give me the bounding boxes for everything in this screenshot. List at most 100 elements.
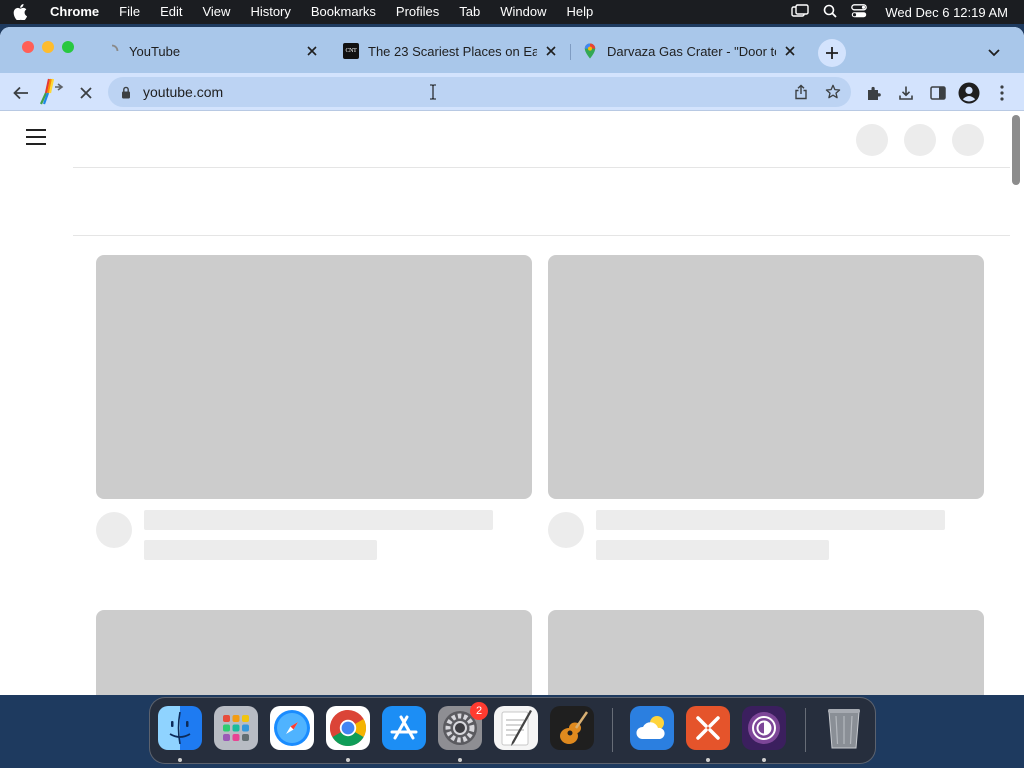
menu-app-chrome[interactable]: Chrome — [40, 0, 109, 24]
extensions-button[interactable] — [863, 82, 885, 104]
menu-profiles[interactable]: Profiles — [386, 0, 449, 24]
new-tab-button[interactable] — [818, 39, 846, 67]
tab-darvaza-gas-crater[interactable]: Darvaza Gas Crater - "Door to — [572, 35, 808, 67]
menu-file[interactable]: File — [109, 0, 150, 24]
menu-bar: Chrome File Edit View History Bookmarks … — [0, 0, 1024, 24]
chevron-down-icon — [988, 49, 1000, 57]
app-store-icon[interactable] — [382, 706, 426, 750]
downloads-button[interactable] — [895, 82, 917, 104]
chrome-icon[interactable] — [326, 706, 370, 750]
address-bar[interactable]: youtube.com — [108, 77, 851, 107]
chrome-window: YouTube CNT The 23 Scariest Places on Ea… — [0, 27, 1024, 695]
tab-separator — [570, 44, 571, 60]
close-tab-icon[interactable] — [782, 43, 798, 59]
dock-separator — [612, 708, 613, 752]
trash-icon[interactable] — [822, 706, 866, 750]
running-indicator — [762, 758, 766, 762]
remote-desktop-icon[interactable] — [686, 706, 730, 750]
menu-bookmarks[interactable]: Bookmarks — [301, 0, 386, 24]
rainbow-arrow-icon — [39, 78, 64, 105]
placeholder-topbar-button — [904, 124, 936, 156]
tab-cnt-scariest-places[interactable]: CNT The 23 Scariest Places on Ear — [333, 35, 569, 67]
system-settings-icon[interactable]: 2 — [438, 702, 488, 750]
video-thumbnail-placeholder — [548, 610, 984, 695]
launchpad-icon[interactable] — [214, 706, 258, 750]
menu-line — [26, 136, 46, 138]
side-panel-icon — [930, 86, 946, 100]
running-indicator — [458, 758, 462, 762]
control-center-icon[interactable] — [851, 3, 868, 21]
finder-icon[interactable] — [158, 706, 202, 750]
placeholder-topbar-button — [856, 124, 888, 156]
browser-toolbar: youtube.com — [0, 73, 1024, 111]
dock-separator — [805, 708, 806, 752]
menubar-clock[interactable]: Wed Dec 6 12:19 AM — [885, 5, 1008, 20]
window-controls — [22, 41, 74, 53]
video-thumbnail-placeholder — [96, 255, 532, 499]
video-meta-placeholder — [144, 540, 377, 560]
minimize-window-button[interactable] — [42, 41, 54, 53]
notification-badge: 2 — [470, 702, 488, 720]
dock: 2 — [149, 697, 876, 764]
plus-icon — [826, 47, 838, 59]
menu-line — [26, 143, 46, 145]
loading-spinner-icon — [104, 43, 120, 59]
channel-avatar-placeholder — [96, 512, 132, 548]
running-indicator — [178, 758, 182, 762]
chrome-menu-button[interactable] — [991, 82, 1013, 104]
tab-title: Darvaza Gas Crater - "Door to — [607, 43, 776, 59]
weather-icon[interactable] — [630, 706, 674, 750]
tor-browser-icon[interactable] — [742, 706, 786, 750]
cnt-favicon-icon: CNT — [343, 43, 359, 59]
zoom-window-button[interactable] — [62, 41, 74, 53]
tab-title: YouTube — [129, 43, 181, 59]
bookmark-star-icon[interactable] — [825, 84, 841, 105]
menu-help[interactable]: Help — [557, 0, 604, 24]
menu-tab[interactable]: Tab — [449, 0, 490, 24]
safari-icon[interactable] — [270, 706, 314, 750]
guide-menu-button[interactable] — [26, 129, 46, 145]
side-panel-button[interactable] — [927, 82, 949, 104]
textedit-icon[interactable] — [494, 706, 538, 750]
forward-button[interactable] — [38, 77, 64, 107]
running-indicator — [346, 758, 350, 762]
text-cursor-icon — [429, 84, 437, 105]
menu-line — [26, 129, 46, 131]
tab-strip: YouTube CNT The 23 Scariest Places on Ea… — [0, 27, 1024, 73]
menu-edit[interactable]: Edit — [150, 0, 192, 24]
running-indicator — [706, 758, 710, 762]
google-maps-pin-icon — [582, 43, 598, 59]
close-tab-icon[interactable] — [543, 43, 559, 59]
channel-avatar-placeholder — [548, 512, 584, 548]
screen-mirroring-icon[interactable] — [791, 3, 810, 21]
tab-youtube[interactable]: YouTube — [94, 35, 330, 67]
apple-menu-icon[interactable] — [0, 4, 40, 20]
garageband-icon[interactable] — [550, 706, 594, 750]
tab-title: The 23 Scariest Places on Ear — [368, 43, 537, 59]
menu-window[interactable]: Window — [490, 0, 556, 24]
chips-divider — [73, 235, 1010, 236]
favicon-text: CNT — [345, 48, 357, 54]
video-meta-placeholder — [596, 540, 829, 560]
arrow-left-icon — [13, 86, 28, 100]
tab-search-button[interactable] — [984, 43, 1004, 63]
more-vertical-icon — [1000, 85, 1004, 101]
menu-history[interactable]: History — [240, 0, 300, 24]
video-thumbnail-placeholder — [96, 610, 532, 695]
back-button[interactable] — [10, 82, 32, 104]
share-icon[interactable] — [794, 84, 808, 105]
placeholder-topbar-button — [952, 124, 984, 156]
lock-icon[interactable] — [121, 85, 135, 99]
stop-loading-button[interactable] — [75, 82, 97, 104]
url-text[interactable]: youtube.com — [143, 84, 223, 100]
video-title-placeholder — [144, 510, 493, 530]
menu-view[interactable]: View — [192, 0, 240, 24]
page-scrollbar[interactable] — [1012, 115, 1020, 185]
close-window-button[interactable] — [22, 41, 34, 53]
close-icon — [80, 87, 92, 99]
close-tab-icon[interactable] — [304, 43, 320, 59]
profile-button[interactable] — [958, 82, 980, 104]
header-divider — [73, 167, 1010, 168]
video-title-placeholder — [596, 510, 945, 530]
spotlight-search-icon[interactable] — [823, 4, 838, 21]
